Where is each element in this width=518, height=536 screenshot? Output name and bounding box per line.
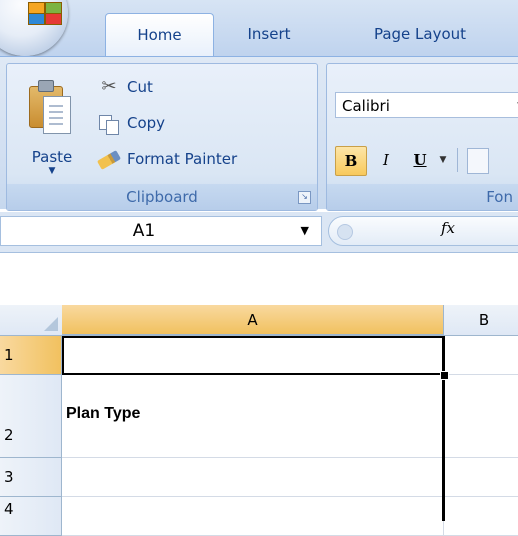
cut-label: Cut [127,78,153,96]
cell-b1[interactable] [444,336,518,375]
ribbon-tab-bar: Home Insert Page Layout [0,0,518,57]
fill-handle[interactable] [440,371,449,380]
italic-button[interactable]: I [371,146,401,174]
copy-icon [97,108,121,138]
ribbon: Paste ▼ ✂ Cut Copy Format Painter Clipboa… [0,56,518,211]
clipboard-dialog-launcher-icon[interactable]: ↘ [298,191,311,204]
paste-button[interactable]: Paste ▼ [13,70,91,180]
cell-b4[interactable] [444,497,518,536]
underline-dropdown-icon[interactable]: ▼ [435,146,451,174]
row-header-1[interactable]: 1 [0,336,62,375]
format-painter-button[interactable]: Format Painter [96,144,238,174]
select-all-button[interactable] [0,305,63,336]
copy-label: Copy [127,114,166,132]
format-painter-label: Format Painter [127,150,238,168]
row-header-4[interactable]: 4 [0,497,62,536]
copy-button[interactable]: Copy [97,108,165,138]
cell-a2[interactable]: Plan Type [62,375,444,458]
paste-dropdown-icon[interactable]: ▼ [13,166,91,176]
column-header-b[interactable]: B [444,305,518,335]
cell-a2-value: Plan Type [66,405,141,422]
font-group-label: Fon [327,184,518,210]
tab-home[interactable]: Home [105,13,214,57]
cell-a4[interactable] [62,497,444,536]
underline-button[interactable]: U [405,146,435,174]
font-name-value: Calibri [342,97,390,115]
scissors-icon: ✂ [101,76,117,97]
tab-insert[interactable]: Insert [226,13,312,56]
insert-function-button[interactable]: fx [441,219,455,237]
name-box[interactable]: A1 ▼ [0,216,322,246]
separator [457,148,458,172]
bold-button[interactable]: B [335,146,367,176]
formula-controls: fx [328,216,518,246]
paste-icon [29,80,75,134]
cell-a1[interactable] [62,336,444,375]
cut-button[interactable]: ✂ Cut [97,72,153,102]
column-header-a[interactable]: A [62,305,444,335]
cell-b3[interactable] [444,458,518,497]
column-a-right-border [442,336,445,521]
office-logo-icon [28,0,64,25]
clipboard-group-label: Clipboard [7,184,317,210]
row-header-3[interactable]: 3 [0,458,62,497]
office-button[interactable] [0,0,68,56]
expand-circle-icon[interactable] [337,224,353,240]
cell-a3[interactable] [62,458,444,497]
paste-label: Paste [31,148,73,166]
formula-bar: A1 ▼ fx [0,212,518,253]
row-header-2[interactable]: 2 [0,375,62,458]
tab-page-layout[interactable]: Page Layout [330,13,510,56]
clipboard-group: Paste ▼ ✂ Cut Copy Format Painter Clipboa… [6,63,318,211]
cell-reference: A1 [132,221,156,241]
cell-b2[interactable] [444,375,518,458]
font-group: Calibri ▼ B I U ▼ Fon [326,63,518,211]
paintbrush-icon [96,144,122,174]
font-name-dropdown[interactable]: Calibri ▼ [335,92,518,118]
select-all-icon [44,317,58,331]
borders-button[interactable] [467,148,489,174]
name-box-dropdown-icon[interactable]: ▼ [301,217,309,245]
